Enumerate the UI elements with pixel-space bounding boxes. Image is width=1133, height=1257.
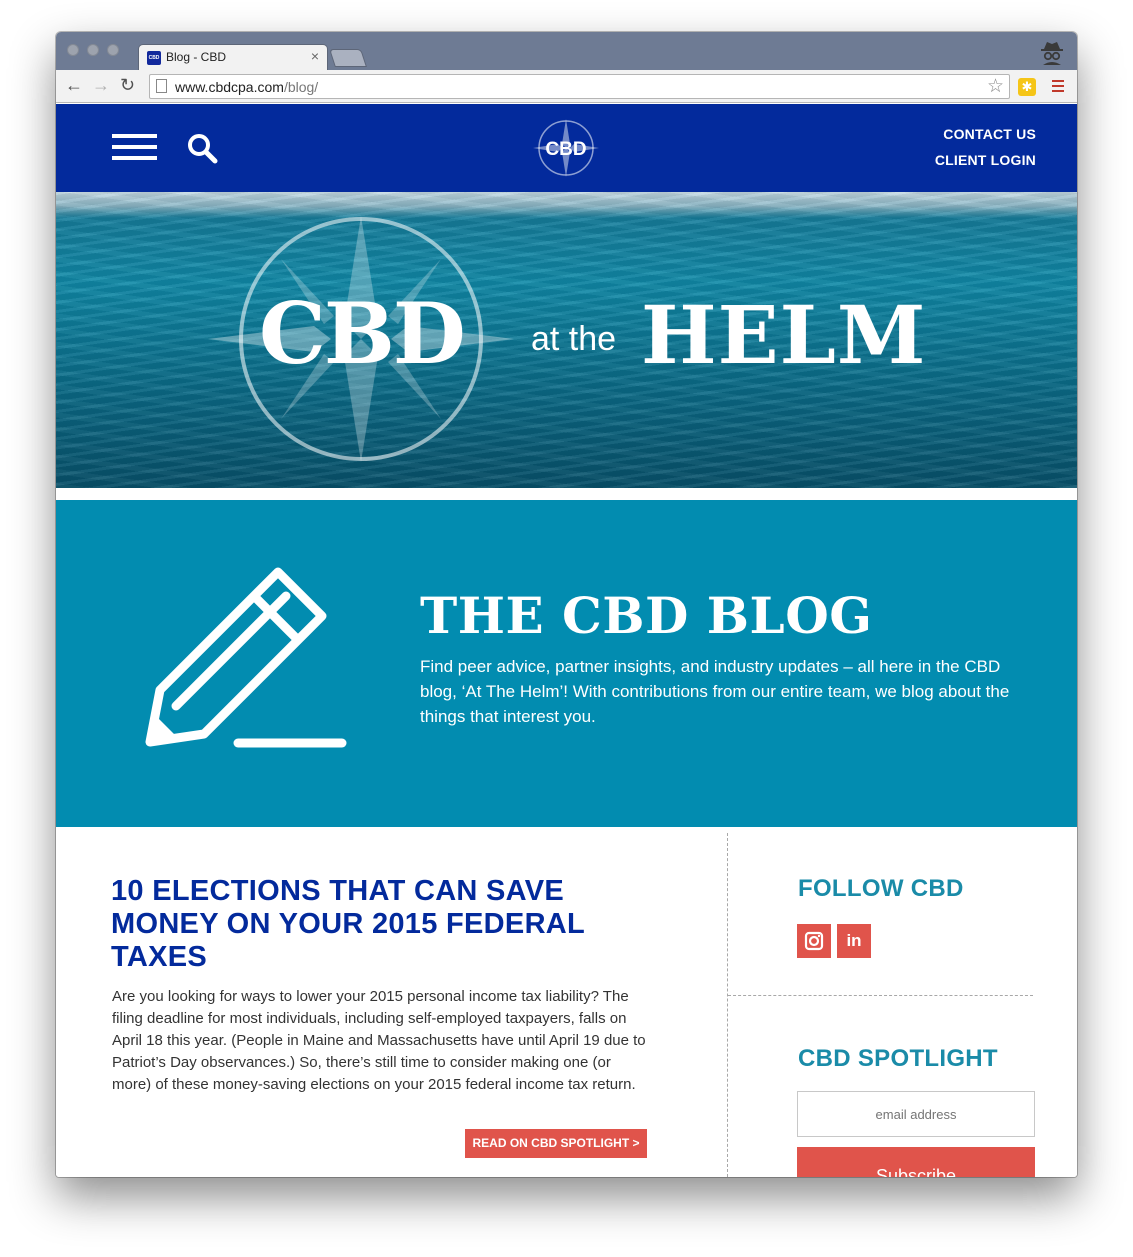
search-icon[interactable] [186,132,218,164]
content-area: 10 ELECTIONS THAT CAN SAVE MONEY ON YOUR… [56,827,1077,1177]
incognito-icon [1041,42,1063,65]
tab-blog[interactable]: CBD Blog - CBD × [138,44,328,71]
browser-window: CBD Blog - CBD × ← → ↻ www.cbdcpa.com/bl… [56,32,1077,1177]
zoom-window-button[interactable] [107,44,119,56]
close-window-button[interactable] [67,44,79,56]
svg-text:CBD: CBD [545,139,586,160]
web-page: CBD CONTACT US CLIENT LOGIN CBD at the H… [56,104,1077,1177]
instagram-icon[interactable] [797,924,831,958]
follow-title: FOLLOW CBD [798,875,964,902]
hero-banner: CBD at the HELM [56,192,1077,488]
hero-brand: CBD [259,284,466,383]
contact-us-link[interactable]: CONTACT US [943,126,1036,142]
tab-close-icon[interactable]: × [311,48,319,64]
divider [56,488,1077,500]
browser-toolbar: ← → ↻ www.cbdcpa.com/blog/ ☆ ✱ [56,70,1077,103]
extension-icon[interactable]: ✱ [1018,78,1036,96]
blog-description: Find peer advice, partner insights, and … [420,657,1010,726]
new-tab-button[interactable] [329,49,367,67]
hero-tagline: HELM [641,288,927,382]
page-icon [156,79,167,93]
read-more-button[interactable]: READ ON CBD SPOTLIGHT > [465,1129,647,1158]
pencil-icon [145,567,347,748]
sidebar-divider [728,995,1033,996]
blog-intro: THE CBD BLOG Find peer advice, partner i… [56,500,1077,827]
site-header: CBD CONTACT US CLIENT LOGIN [56,104,1077,192]
blog-title: THE CBD BLOG [420,586,873,645]
linkedin-icon[interactable]: in [837,924,871,958]
url-text: www.cbdcpa.com/blog/ [175,79,319,95]
browser-menu-icon[interactable] [1052,80,1064,95]
minimize-window-button[interactable] [87,44,99,56]
address-bar[interactable]: www.cbdcpa.com/blog/ ☆ [149,74,1010,99]
forward-icon[interactable]: → [92,75,110,95]
post-excerpt: Are you looking for ways to lower your 2… [112,988,646,1093]
email-input[interactable] [797,1091,1035,1137]
cbd-logo[interactable]: CBD [532,118,600,178]
column-divider [727,833,728,1177]
post-title[interactable]: 10 ELECTIONS THAT CAN SAVE MONEY ON YOUR… [111,875,611,974]
bookmark-star-icon[interactable]: ☆ [987,75,1004,98]
instagram-glyph-icon [804,931,824,951]
back-icon[interactable]: ← [65,75,83,95]
subscribe-button[interactable]: Subscribe [797,1147,1035,1177]
tab-title: Blog - CBD [166,50,227,64]
tab-strip: CBD Blog - CBD × [56,32,1077,71]
favicon-icon: CBD [147,51,161,65]
reload-icon[interactable]: ↻ [120,75,135,95]
hamburger-menu-icon[interactable] [112,134,157,160]
spotlight-title: CBD SPOTLIGHT [798,1045,998,1072]
client-login-link[interactable]: CLIENT LOGIN [935,152,1036,168]
hero-connector: at the [531,320,617,358]
